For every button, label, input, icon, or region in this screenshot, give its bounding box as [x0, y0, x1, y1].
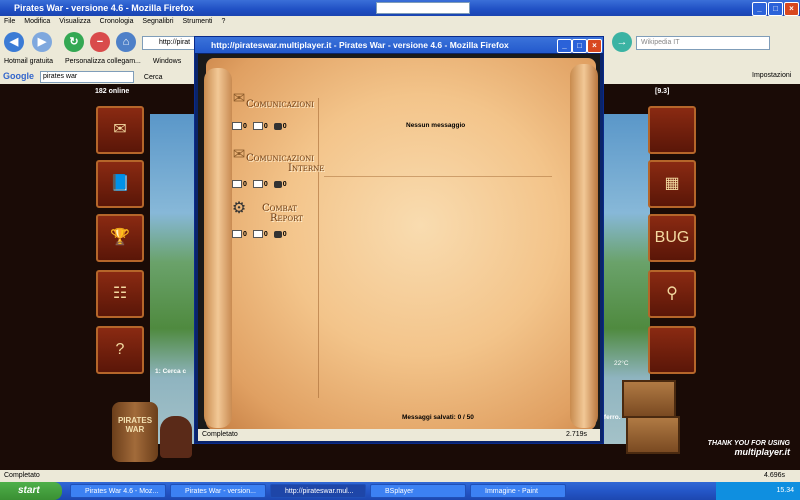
start-button[interactable]: start: [0, 482, 62, 500]
menu-strumenti[interactable]: Strumenti: [183, 18, 213, 25]
menu-segnalibri[interactable]: Segnalibri: [142, 18, 173, 25]
read-mail-icon: [252, 122, 263, 130]
right-button-1[interactable]: [648, 106, 696, 154]
read-mail-icon: [252, 230, 263, 238]
category-combat-report-sub: Report: [270, 213, 303, 224]
handcuffs-icon[interactable]: ⚲: [648, 270, 696, 318]
status-bar: Completato 4.696s: [0, 470, 800, 482]
read-mail-icon: [252, 180, 263, 188]
menu-bar: File Modifica Visualizza Cronologia Segn…: [0, 16, 800, 28]
book-icon[interactable]: 📘: [96, 160, 144, 208]
forward-icon[interactable]: ▶: [32, 32, 52, 52]
impostazioni-button[interactable]: Impostazioni: [752, 68, 791, 84]
minimize-button[interactable]: _: [752, 2, 767, 16]
status-text: Completato: [4, 472, 40, 479]
scroll-roll-left: [204, 68, 232, 428]
pirates-war-logo-barrel: PIRATES WAR: [112, 402, 158, 462]
online-count: 182 online: [95, 88, 130, 95]
home-icon[interactable]: ⌂: [116, 32, 136, 52]
unread-mail-icon: [232, 230, 242, 238]
back-icon[interactable]: ◀: [4, 32, 24, 52]
menu-help[interactable]: ?: [221, 18, 225, 25]
taskbar-item[interactable]: http://pirateswar.mul...: [270, 484, 366, 498]
no-messages-label: Nessun messaggio: [406, 122, 466, 129]
taskbar-item[interactable]: Pirates War 4.6 - Moz...: [70, 484, 166, 498]
status-time: 4.696s: [764, 472, 786, 479]
popup-status-time: 2.719s: [566, 431, 588, 438]
category-internal-communications-sub: Interne: [288, 163, 325, 174]
archive-icon: [273, 230, 282, 238]
temperature: 22°C: [614, 360, 629, 367]
close-button[interactable]: ×: [784, 2, 799, 16]
unread-mail-icon: [232, 180, 242, 188]
menu-file[interactable]: File: [4, 18, 15, 25]
reload-icon[interactable]: ↻: [64, 32, 84, 52]
window-titlebar: Pirates War - versione 4.6 - Mozilla Fir…: [0, 0, 800, 16]
category-internal-counts: 0 0 0: [232, 180, 287, 188]
popup-title: http://pirateswar.multiplayer.it - Pirat…: [211, 40, 509, 50]
maximize-button[interactable]: □: [768, 2, 783, 16]
google-search-input[interactable]: pirates war: [39, 71, 134, 84]
category-combat-counts: 0 0 0: [232, 230, 287, 238]
pirate-avatar: [160, 416, 192, 458]
mail-icon[interactable]: ✉: [96, 106, 144, 154]
unread-mail-icon: [232, 122, 242, 130]
multiplayer-brand: THANK YOU FOR USING multiplayer.it: [707, 440, 790, 457]
menu-cronologia[interactable]: Cronologia: [100, 18, 134, 25]
hierarchy-icon[interactable]: ☷: [96, 270, 144, 318]
titlebar-search-box[interactable]: [376, 2, 470, 14]
clock: 15.34: [776, 487, 794, 494]
menu-visualizza[interactable]: Visualizza: [59, 18, 90, 25]
popup-window: http://pirateswar.multiplayer.it - Pirat…: [194, 36, 604, 444]
category-communications-counts: 0 0 0: [232, 122, 287, 130]
taskbar-item[interactable]: Immagine - Paint: [470, 484, 566, 498]
search-input[interactable]: Wikipedia IT: [636, 36, 770, 50]
popup-content: ✉ Comunicazioni 0 0 0 ✉ Comunicazioni In…: [198, 54, 600, 429]
go-icon[interactable]: →: [612, 32, 632, 52]
level-badge: [9.3]: [655, 88, 670, 95]
category-communications[interactable]: Comunicazioni: [246, 100, 314, 110]
popup-status-text: Completato: [202, 431, 238, 438]
treasure-chest: [622, 380, 676, 418]
popup-minimize-button[interactable]: _: [557, 39, 572, 53]
bookmark-hotmail[interactable]: Hotmail gratuita: [4, 58, 53, 65]
right-button-5[interactable]: [648, 326, 696, 374]
window-title: Pirates War - versione 4.6 - Mozilla Fir…: [14, 3, 194, 13]
popup-close-button[interactable]: ×: [587, 39, 602, 53]
help-icon[interactable]: ?: [96, 326, 144, 374]
quest-label: 1: Cerca c: [155, 368, 187, 375]
archive-icon: [273, 122, 282, 130]
cannon-icon: ⚙: [231, 200, 247, 217]
scroll-roll-right: [570, 64, 598, 428]
column-divider: [318, 98, 319, 398]
archive-icon: [273, 180, 282, 188]
trophy-icon[interactable]: 🏆: [96, 214, 144, 262]
saved-messages-counter: Messaggi salvati: 0 / 50: [402, 414, 474, 421]
bug-icon[interactable]: BUG: [648, 214, 696, 262]
google-logo: Google: [3, 71, 34, 81]
popup-status-bar: Completato 2.719s: [198, 429, 600, 441]
map-icon[interactable]: ▦: [648, 160, 696, 208]
popup-titlebar: http://pirateswar.multiplayer.it - Pirat…: [195, 37, 603, 53]
taskbar-item[interactable]: Pirates War - version...: [170, 484, 266, 498]
parchment-scroll: ✉ Comunicazioni 0 0 0 ✉ Comunicazioni In…: [204, 58, 598, 429]
taskbar-item[interactable]: BSplayer: [370, 484, 466, 498]
popup-maximize-button[interactable]: □: [572, 39, 587, 53]
taskbar: start Pirates War 4.6 - Moz... Pirates W…: [0, 482, 800, 500]
bookmark-personalizza[interactable]: Personalizza collegam...: [65, 58, 141, 65]
stop-icon[interactable]: −: [90, 32, 110, 52]
message-separator: [324, 176, 552, 177]
system-tray: 15.34: [716, 482, 800, 500]
google-search-button[interactable]: Cerca: [144, 74, 163, 81]
menu-modifica[interactable]: Modifica: [24, 18, 50, 25]
bookmark-windows[interactable]: Windows: [153, 58, 181, 65]
